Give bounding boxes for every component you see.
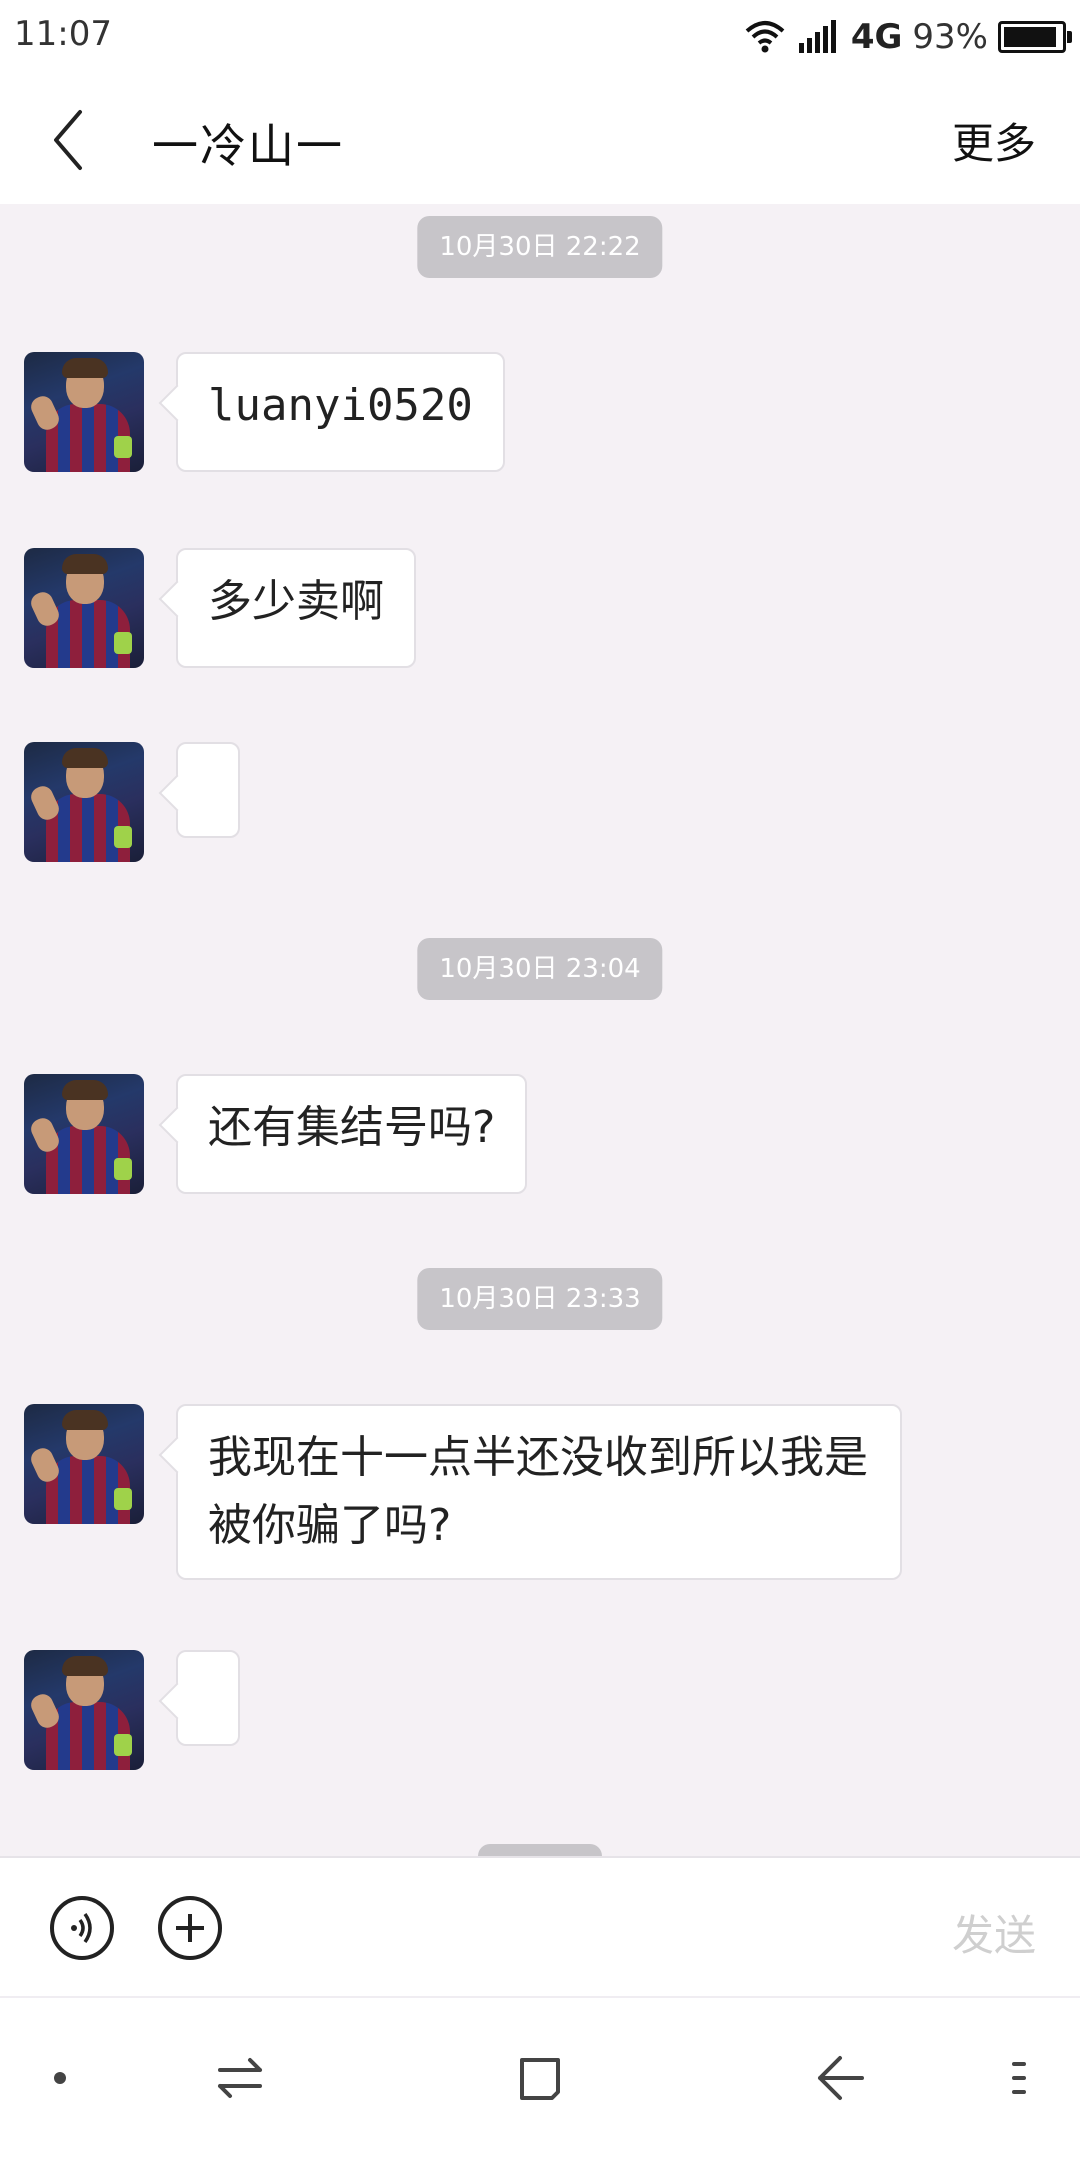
back-arrow-icon — [818, 2056, 864, 2100]
message-bubble[interactable]: 多少卖啊 — [176, 548, 416, 668]
avatar[interactable] — [24, 1650, 144, 1770]
system-nav-bar — [0, 1996, 1080, 2162]
status-bar: 11:07 4G 93% — [0, 0, 1080, 74]
message-row: 多少卖啊 — [24, 548, 416, 668]
voice-button[interactable] — [50, 1896, 114, 1960]
plus-button[interactable] — [158, 1896, 222, 1960]
avatar[interactable] — [24, 548, 144, 668]
nav-home-button[interactable] — [510, 2048, 570, 2108]
battery-fill — [1004, 27, 1057, 47]
message-bubble-empty[interactable] — [176, 1650, 240, 1746]
voice-icon — [71, 1912, 92, 1944]
nav-menu-button[interactable] — [990, 2048, 1050, 2108]
avatar[interactable] — [24, 742, 144, 862]
more-button[interactable]: 更多 — [952, 110, 1036, 171]
status-indicators: 4G 93% — [743, 12, 1072, 62]
avatar[interactable] — [24, 352, 144, 472]
message-row — [24, 1650, 240, 1770]
input-bar: 发送 — [0, 1856, 1080, 1998]
battery-icon — [998, 21, 1072, 53]
message-row: 我现在十一点半还没收到所以我是被你骗了吗? — [24, 1404, 902, 1580]
avatar[interactable] — [24, 1074, 144, 1194]
nav-switch-button[interactable] — [210, 2048, 270, 2108]
signal-icon — [798, 20, 836, 53]
message-bubble[interactable]: 还有集结号吗? — [176, 1074, 528, 1194]
nav-dot-button[interactable] — [30, 2048, 90, 2108]
menu-icon — [1012, 2062, 1026, 2094]
home-square-icon — [520, 2058, 560, 2100]
message-bubble[interactable]: luanyi0520 — [176, 352, 505, 472]
send-button[interactable]: 发送 — [952, 1902, 1036, 1963]
chat-header: 一冷山一 更多 — [0, 74, 1080, 204]
wifi-icon — [745, 21, 785, 53]
message-list[interactable]: 10月30日 22:22 luanyi0520 多少卖啊 10月30日 23:0… — [0, 204, 1080, 1856]
message-bubble-empty[interactable] — [176, 742, 240, 838]
message-row — [24, 742, 240, 862]
switch-icon — [218, 2058, 262, 2098]
dot-icon — [54, 2072, 66, 2084]
chevron-left-icon — [54, 110, 82, 170]
timestamp-badge: 10月30日 23:04 — [417, 938, 663, 1000]
plus-icon — [176, 1914, 204, 1942]
message-bubble[interactable]: 我现在十一点半还没收到所以我是被你骗了吗? — [176, 1404, 902, 1580]
nav-back-button[interactable] — [810, 2048, 870, 2108]
status-time: 11:07 — [14, 14, 112, 54]
back-button[interactable] — [48, 104, 118, 176]
message-row: luanyi0520 — [24, 352, 505, 472]
avatar[interactable] — [24, 1404, 144, 1524]
battery-percent: 93% — [912, 17, 988, 57]
message-row: 还有集结号吗? — [24, 1074, 528, 1194]
page-title: 一冷山一 — [152, 119, 344, 173]
timestamp-badge-partial — [478, 1844, 602, 1856]
timestamp-badge: 10月30日 22:22 — [417, 216, 663, 278]
timestamp-badge: 10月30日 23:33 — [417, 1268, 663, 1330]
network-type: 4G — [850, 17, 903, 57]
